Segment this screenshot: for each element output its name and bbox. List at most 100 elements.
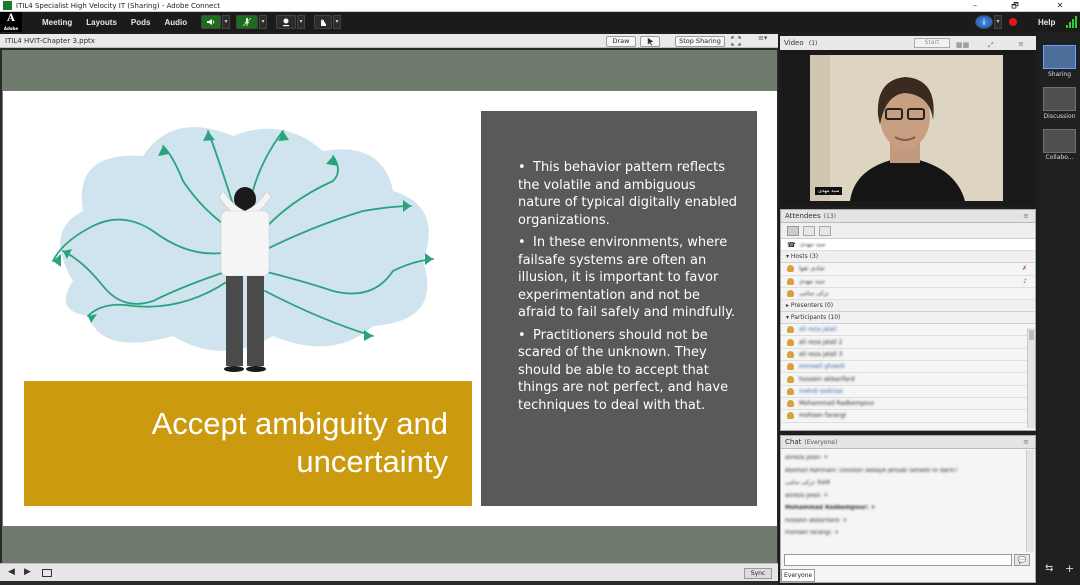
host-row[interactable]: ترکی سامی bbox=[781, 288, 1035, 301]
person-icon bbox=[787, 265, 794, 273]
info-icon bbox=[980, 18, 988, 26]
hosts-section[interactable]: ▾ Hosts (3) bbox=[781, 251, 1035, 264]
attendees-count: (13) bbox=[823, 213, 836, 220]
info-dropdown[interactable]: ▾ bbox=[994, 15, 1002, 29]
microphone-button[interactable] bbox=[236, 15, 258, 29]
speaker-dropdown[interactable]: ▾ bbox=[222, 15, 230, 29]
video-pod: Video (1) Start ▦▦ ⤢ ≡ سید مهدی bbox=[780, 36, 1036, 206]
layout-sharing-label: Sharing bbox=[1047, 71, 1072, 78]
app-icon bbox=[3, 1, 12, 10]
bullet-panel: • This behavior pattern reflects the vola… bbox=[481, 111, 757, 506]
chat-menu-icon[interactable]: ≡ bbox=[1023, 436, 1029, 449]
close-button[interactable]: ✕ bbox=[1045, 0, 1075, 12]
speaker-button[interactable] bbox=[201, 15, 221, 29]
person-icon bbox=[787, 277, 794, 285]
menu-help[interactable]: Help bbox=[1038, 18, 1055, 27]
webcam-dropdown[interactable]: ▾ bbox=[297, 15, 305, 29]
attendee-list: ☎ سید مهدی ▾ Hosts (3) شادی تقوا ✗ سید مه… bbox=[781, 239, 1035, 423]
participant-row[interactable]: esmaeil ghaedi bbox=[781, 361, 1035, 374]
chat-message: alireza jalali: + bbox=[785, 455, 829, 461]
participant-row[interactable]: mehdi sedrizai bbox=[781, 386, 1035, 398]
maximize-button[interactable]: 🗗 bbox=[1000, 0, 1030, 12]
grid-view-icon[interactable]: ▦▦ bbox=[956, 38, 969, 52]
share-pod-footer: ◀ ▶ Sync bbox=[0, 563, 778, 581]
chat-tab-everyone[interactable]: Everyone bbox=[781, 569, 815, 582]
video-count: (1) bbox=[808, 40, 818, 47]
prev-slide-icon[interactable]: ◀ bbox=[8, 567, 15, 577]
share-file-name: ITIL4 HVIT-Chapter 3.pptx bbox=[5, 36, 95, 45]
bullet-2: • In these environments, where failsafe s… bbox=[518, 235, 736, 320]
person-icon bbox=[787, 400, 794, 408]
presentation-slide: Accept ambiguity and uncertainty • This b… bbox=[3, 91, 777, 526]
stop-sharing-button[interactable]: Stop Sharing bbox=[675, 36, 725, 47]
participant-row[interactable]: Mohammad Radkempour bbox=[781, 398, 1035, 411]
draw-button[interactable]: Draw bbox=[606, 36, 636, 47]
menu-audio[interactable]: Audio bbox=[164, 18, 187, 27]
person-icon bbox=[787, 387, 794, 395]
window-title: ITIL4 Specialist High Velocity IT (Shari… bbox=[16, 1, 220, 10]
attendees-scrollbar[interactable] bbox=[1027, 328, 1035, 428]
minimize-button[interactable]: – bbox=[960, 0, 990, 12]
presenter-video bbox=[810, 55, 1003, 201]
chat-pod: Chat (Everyone) ≡ alireza jalali: + Abolf… bbox=[780, 435, 1036, 583]
chat-input[interactable] bbox=[784, 554, 1012, 566]
slide-headline: Accept ambiguity and uncertainty bbox=[151, 406, 448, 479]
status-dropdown[interactable]: ▾ bbox=[333, 15, 341, 29]
layout-discussion[interactable] bbox=[1043, 87, 1076, 111]
participant-row[interactable]: mohsen farangi bbox=[781, 410, 1035, 423]
breakout-icon[interactable] bbox=[803, 226, 815, 236]
participant-row[interactable]: hossein akbarifard bbox=[781, 373, 1035, 386]
participant-row[interactable]: ali reza jalali bbox=[781, 324, 1035, 337]
info-button[interactable] bbox=[975, 15, 993, 29]
chat-message: hossein akbarifard: + bbox=[785, 517, 848, 524]
list-view-icon[interactable] bbox=[787, 226, 799, 236]
fullscreen-icon[interactable] bbox=[731, 36, 742, 47]
send-message-icon[interactable]: 💬 bbox=[1014, 554, 1030, 566]
chat-scrollbar[interactable] bbox=[1026, 450, 1034, 552]
host-row[interactable]: شادی تقوا ✗ bbox=[781, 263, 1035, 276]
raise-hand-icon bbox=[321, 19, 326, 26]
bullet-1: • This behavior pattern reflects the vola… bbox=[518, 160, 738, 228]
chat-message: ترکی سامی: balé bbox=[785, 480, 831, 486]
webcam-button[interactable] bbox=[276, 15, 296, 29]
pod-options-icon[interactable]: ≡▾ bbox=[758, 34, 767, 42]
presenters-section[interactable]: ▸ Presenters (0) bbox=[781, 300, 1035, 313]
participant-row[interactable]: ali reza jalali 3 bbox=[781, 349, 1035, 362]
pointer-icon bbox=[647, 37, 653, 46]
host-row[interactable]: سید مهدی ♪ bbox=[781, 276, 1035, 288]
pointer-button[interactable] bbox=[640, 36, 660, 47]
video-pod-menu-icon[interactable]: ≡ bbox=[1018, 37, 1024, 51]
menu-meeting[interactable]: Meeting bbox=[42, 18, 72, 27]
status-view-icon[interactable] bbox=[819, 226, 831, 236]
participants-section[interactable]: ▾ Participants (10) bbox=[781, 312, 1035, 325]
mic-muted-icon: ✗ bbox=[1021, 265, 1027, 273]
expand-icon[interactable]: ⤢ bbox=[988, 38, 994, 52]
me-row[interactable]: ☎ سید مهدی bbox=[781, 239, 1035, 252]
attendees-menu-icon[interactable]: ≡ bbox=[1023, 210, 1029, 223]
sync-button[interactable]: Sync bbox=[744, 568, 772, 579]
chat-message: alireza jalali: + bbox=[785, 492, 829, 499]
manage-layouts-icon[interactable]: ⇆ bbox=[1045, 563, 1053, 574]
layouts-rail: Sharing Discussion Collabo... ⇆ + bbox=[1039, 33, 1080, 585]
chat-pod-header: Chat (Everyone) ≡ bbox=[781, 436, 1035, 449]
next-slide-icon[interactable]: ▶ bbox=[24, 567, 31, 577]
chat-message: Mohammad Radkempour: + bbox=[785, 505, 876, 511]
menu-layouts[interactable]: Layouts bbox=[86, 18, 117, 27]
start-webcam-button[interactable]: Start bbox=[914, 38, 950, 48]
record-indicator-icon[interactable] bbox=[1009, 18, 1017, 26]
layout-sharing[interactable] bbox=[1043, 45, 1076, 69]
add-layout-icon[interactable]: + bbox=[1065, 562, 1074, 575]
sidebar-toggle-icon[interactable] bbox=[42, 569, 52, 577]
menu-pods[interactable]: Pods bbox=[131, 18, 151, 27]
layout-collaboration[interactable] bbox=[1043, 129, 1076, 153]
attendees-title: Attendees bbox=[785, 212, 821, 220]
signal-strength-icon bbox=[1066, 16, 1078, 28]
person-icon bbox=[787, 326, 794, 334]
participant-row[interactable]: ali reza jalali 2 bbox=[781, 336, 1035, 349]
webcam-icon bbox=[283, 18, 289, 27]
microphone-icon bbox=[242, 17, 252, 27]
chat-scope: (Everyone) bbox=[804, 439, 838, 446]
microphone-dropdown[interactable]: ▾ bbox=[259, 15, 267, 29]
chat-title: Chat bbox=[785, 438, 802, 446]
raise-hand-button[interactable] bbox=[314, 15, 332, 29]
